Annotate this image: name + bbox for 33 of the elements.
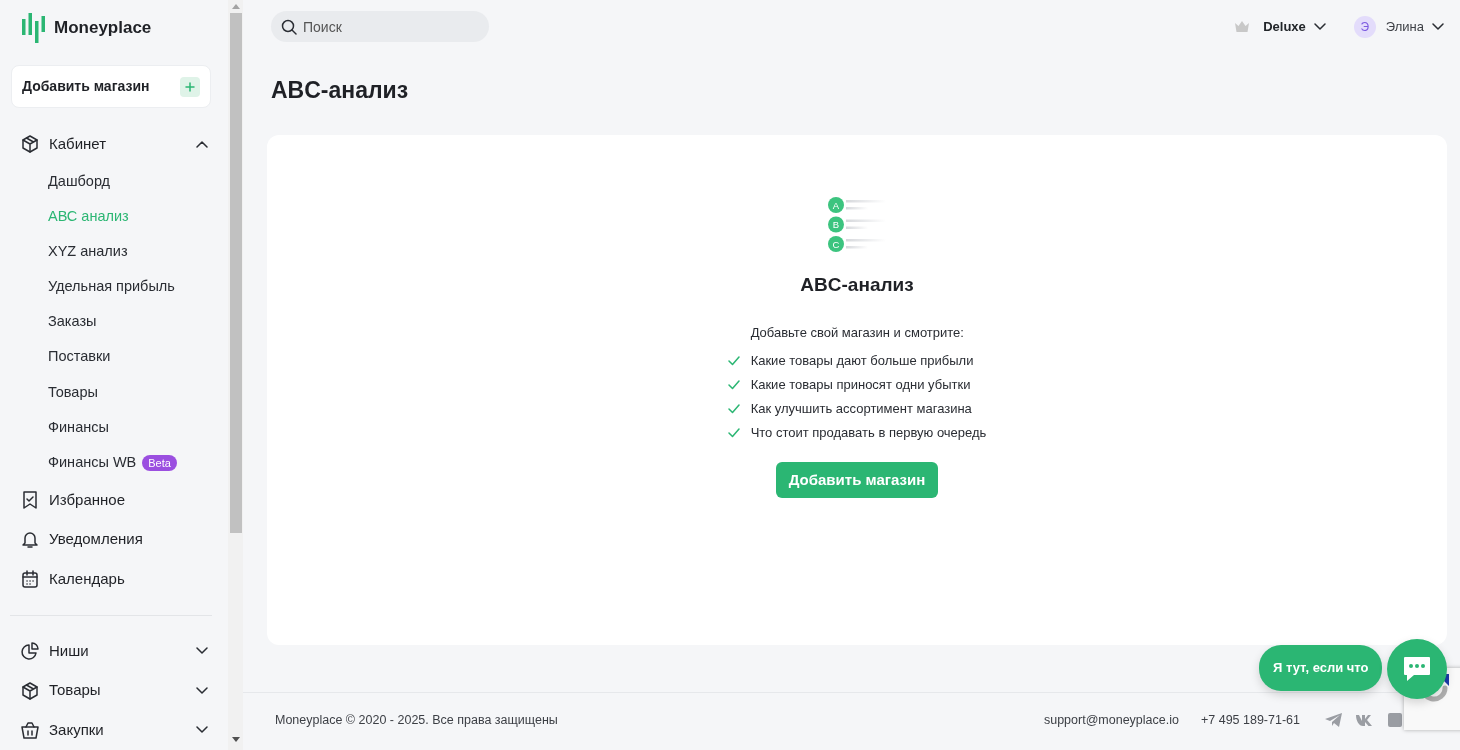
abc-list-illustration: A B C bbox=[827, 196, 887, 255]
add-store-button[interactable]: Добавить магазин bbox=[11, 65, 211, 108]
sidebar-item[interactable]: Календарь bbox=[0, 559, 228, 599]
sidebar-item[interactable]: Товары bbox=[0, 671, 228, 711]
feature-text: Какие товары дают больше прибыли bbox=[750, 351, 974, 370]
sidebar-subitem[interactable]: Товары bbox=[0, 374, 228, 410]
feature-text: Как улучшить ассортимент магазина bbox=[750, 399, 972, 418]
sidebar-item[interactable]: Избранное bbox=[0, 480, 228, 520]
sidebar-item[interactable]: Уведомления bbox=[0, 519, 228, 560]
sidebar-subitem[interactable]: XYZ анализ bbox=[0, 234, 228, 270]
sidebar-subitem[interactable]: Заказы bbox=[0, 304, 228, 340]
page-title: ABC-анализ bbox=[270, 76, 410, 105]
user-avatar: Э bbox=[1353, 15, 1376, 38]
email-link[interactable]: support@moneyplace.io bbox=[1043, 710, 1179, 730]
sidebar-subitem[interactable]: Поставки bbox=[0, 339, 228, 375]
copyright-text: Moneyplace © 2020 - 2025. Все права защищены bbox=[275, 711, 559, 729]
feature-text: Что стоит продавать в первую очередь bbox=[750, 423, 987, 442]
sidebar-subitem[interactable]: Дашборд bbox=[0, 164, 228, 200]
beta-badge: Beta bbox=[142, 454, 177, 471]
sidebar-item[interactable]: Кабинет bbox=[0, 124, 228, 165]
sidebar-item[interactable]: Закупки bbox=[0, 710, 228, 750]
sidebar-subitem[interactable]: Финансы bbox=[0, 410, 228, 446]
sidebar-subitem[interactable]: Финансы WB Beta bbox=[0, 445, 228, 481]
intro-text: Добавьте свой магазин и смотрите: bbox=[749, 324, 965, 343]
plan-dropdown[interactable]: Deluxe bbox=[1263, 16, 1326, 37]
sidebar-item[interactable]: Ниши bbox=[0, 631, 228, 671]
phone-link[interactable]: +7 495 189-71-61 bbox=[1200, 710, 1300, 730]
user-dropdown[interactable]: Элина bbox=[1385, 16, 1444, 37]
sidebar-subitem[interactable]: Удельная прибыль bbox=[0, 269, 228, 305]
logo-text: Moneyplace bbox=[54, 16, 152, 39]
search-field[interactable]: Поиск bbox=[271, 11, 489, 42]
empty-state-title: ABC-анализ bbox=[800, 272, 914, 297]
feature-text: Какие товары приносят одни убытки bbox=[750, 375, 971, 394]
